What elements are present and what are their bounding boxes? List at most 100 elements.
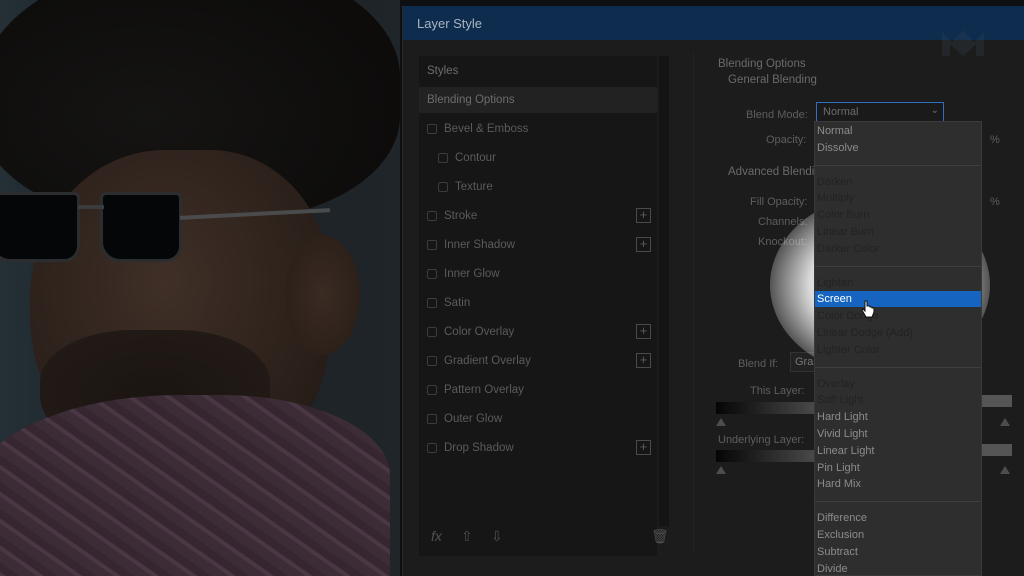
blend-mode-dropdown: Normal Dissolve Darken Multiply Color Burn Li…	[814, 121, 982, 576]
this-layer-slider-right[interactable]	[982, 395, 1012, 407]
dialog-title: Layer Style	[417, 15, 483, 31]
style-checkbox[interactable]	[427, 298, 437, 308]
style-checkbox[interactable]	[438, 153, 448, 163]
this-layer-white-handle[interactable]	[1000, 418, 1010, 426]
style-item-label: Gradient Overlay	[444, 355, 531, 367]
styles-header-label: Styles	[427, 65, 459, 77]
blend-option-exclusion[interactable]: Exclusion	[815, 527, 981, 543]
move-up-icon[interactable]: ⇧	[461, 528, 473, 545]
style-item-inner-shadow[interactable]: Inner Shadow +	[419, 232, 657, 258]
blend-option-difference[interactable]: Difference	[815, 510, 981, 526]
add-plus-icon[interactable]: +	[636, 208, 651, 223]
styles-scrollbar[interactable]	[659, 56, 669, 526]
style-checkbox[interactable]	[427, 124, 437, 134]
style-item-inner-glow[interactable]: Inner Glow	[419, 261, 657, 287]
underlying-layer-white-handle[interactable]	[1000, 466, 1010, 474]
blend-option-linear-burn[interactable]: Linear Burn	[815, 224, 981, 240]
style-item-label: Drop Shadow	[444, 442, 514, 454]
advanced-blending-title: Advanced Blendi	[728, 166, 815, 178]
blend-option-soft-light[interactable]: Soft Light	[815, 392, 981, 408]
blend-mode-select[interactable]: Normal ⌄	[816, 102, 944, 122]
style-item-texture[interactable]: Texture	[419, 174, 657, 200]
style-checkbox[interactable]	[427, 414, 437, 424]
styles-header[interactable]: Styles	[419, 58, 657, 84]
style-checkbox[interactable]	[427, 385, 437, 395]
blend-option-linear-light[interactable]: Linear Light	[815, 443, 981, 459]
photo-ear	[285, 235, 360, 355]
blend-option-screen[interactable]: Screen	[815, 291, 981, 308]
style-item-stroke[interactable]: Stroke +	[419, 203, 657, 229]
blend-option-multiply[interactable]: Multiply	[815, 190, 981, 206]
add-plus-icon[interactable]: +	[636, 353, 651, 368]
blend-option-subtract[interactable]: Subtract	[815, 544, 981, 560]
style-item-outer-glow[interactable]: Outer Glow	[419, 406, 657, 432]
blend-option-pin-light[interactable]: Pin Light	[815, 460, 981, 476]
blend-mode-label: Blend Mode:	[746, 109, 808, 121]
blend-option-hard-light[interactable]: Hard Light	[815, 409, 981, 425]
underlying-layer-slider[interactable]	[716, 450, 816, 462]
add-plus-icon[interactable]: +	[636, 440, 651, 455]
fill-opacity-percent: %	[990, 196, 1000, 208]
this-layer-slider[interactable]	[716, 402, 816, 414]
blend-mode-value: Normal	[823, 106, 859, 118]
blend-option-darken[interactable]: Darken	[815, 174, 981, 190]
style-item-contour[interactable]: Contour	[419, 145, 657, 171]
style-checkbox[interactable]	[427, 211, 437, 221]
style-item-drop-shadow[interactable]: Drop Shadow +	[419, 435, 657, 461]
blend-if-value: Gra	[795, 356, 814, 368]
blend-option-lighten[interactable]: Lighten	[815, 275, 981, 291]
blend-option-lighter-color[interactable]: Lighter Color	[815, 342, 981, 358]
blend-option-color-burn[interactable]: Color Burn	[815, 207, 981, 223]
blend-option-normal[interactable]: Normal	[815, 123, 981, 139]
blend-option-vivid-light[interactable]: Vivid Light	[815, 426, 981, 442]
underlying-layer-label: Underlying Layer:	[718, 434, 805, 446]
add-plus-icon[interactable]: +	[636, 237, 651, 252]
style-checkbox[interactable]	[438, 182, 448, 192]
blend-option-darker-color[interactable]: Darker Color	[815, 241, 981, 257]
blending-options-title: Blending Options	[718, 58, 806, 70]
blend-option-color-dodge[interactable]: Color Dodge	[815, 308, 981, 324]
dropdown-separator	[815, 164, 981, 166]
style-checkbox[interactable]	[427, 327, 437, 337]
style-item-pattern-overlay[interactable]: Pattern Overlay	[419, 377, 657, 403]
add-plus-icon[interactable]: +	[636, 324, 651, 339]
style-checkbox[interactable]	[427, 356, 437, 366]
blend-option-hard-mix[interactable]: Hard Mix	[815, 476, 981, 492]
dropdown-separator	[815, 265, 981, 267]
style-item-gradient-overlay[interactable]: Gradient Overlay +	[419, 348, 657, 374]
style-checkbox[interactable]	[427, 443, 437, 453]
style-item-label: Inner Glow	[444, 268, 500, 280]
fx-button[interactable]: fx	[431, 528, 442, 544]
this-layer-black-handle[interactable]	[716, 418, 726, 426]
style-item-label: Color Overlay	[444, 326, 515, 338]
opacity-label: Opacity:	[766, 134, 807, 146]
style-checkbox[interactable]	[427, 269, 437, 279]
style-item-label: Bevel & Emboss	[444, 123, 529, 135]
blend-option-divide[interactable]: Divide	[815, 561, 981, 575]
dialog-titlebar[interactable]: Layer Style	[403, 6, 1024, 40]
style-item-label: Stroke	[444, 210, 478, 222]
style-item-label: Outer Glow	[444, 413, 503, 425]
blending-options-label: Blending Options	[427, 94, 515, 106]
blend-option-overlay[interactable]: Overlay	[815, 376, 981, 392]
style-item-color-overlay[interactable]: Color Overlay +	[419, 319, 657, 345]
style-item-bevel-emboss[interactable]: Bevel & Emboss	[419, 116, 657, 142]
chevron-down-icon: ⌄	[930, 105, 939, 116]
sunglasses-lens-left	[0, 192, 80, 262]
blend-option-linear-dodge-add[interactable]: Linear Dodge (Add)	[815, 325, 981, 341]
blend-option-dissolve[interactable]: Dissolve	[815, 140, 981, 156]
underlying-layer-slider-right[interactable]	[982, 444, 1012, 456]
background-photo	[0, 0, 400, 576]
style-checkbox[interactable]	[427, 240, 437, 250]
blend-if-label: Blend If:	[738, 358, 779, 370]
style-item-label: Contour	[455, 152, 496, 164]
trash-icon[interactable]: 🗑	[651, 528, 669, 545]
style-item-satin[interactable]: Satin	[419, 290, 657, 316]
sunglasses-lens-right	[100, 192, 182, 262]
underlying-layer-black-handle[interactable]	[716, 466, 726, 474]
blending-options-item[interactable]: Blending Options	[419, 87, 657, 113]
this-layer-label: This Layer:	[750, 385, 805, 397]
fill-opacity-label: Fill Opacity:	[750, 196, 808, 208]
style-item-label: Inner Shadow	[444, 239, 515, 251]
move-down-icon[interactable]: ⇩	[491, 528, 503, 545]
